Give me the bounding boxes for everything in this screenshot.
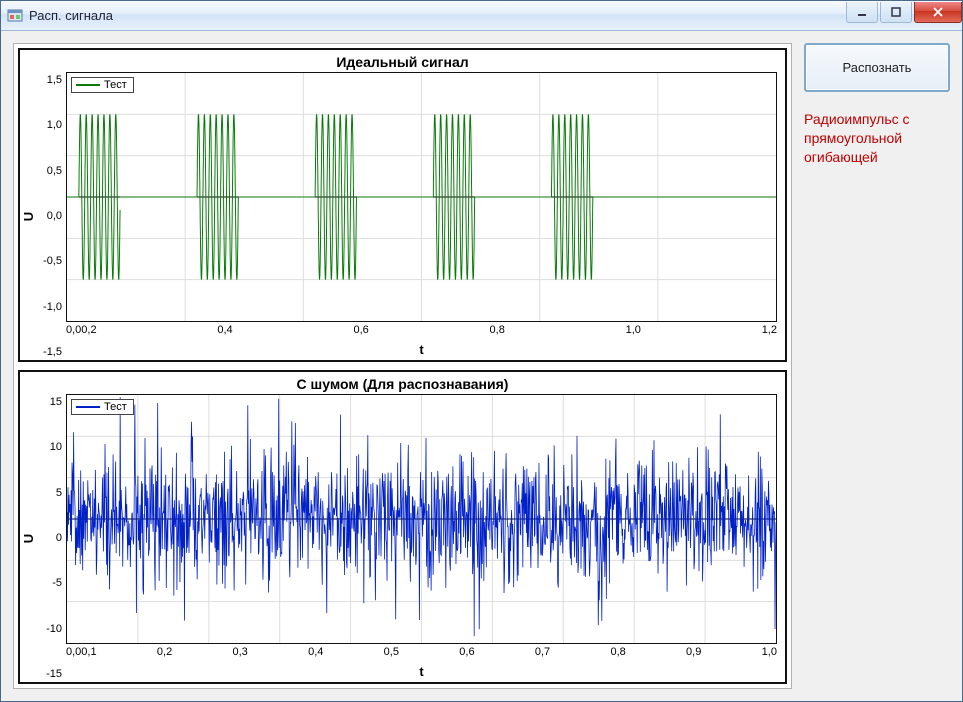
x-axis-ticks: 0,0 0,1 0,2 0,3 0,4 0,5 0,6 0,7 0,8 0,9 … bbox=[66, 644, 777, 664]
window-buttons bbox=[846, 2, 962, 22]
maximize-button[interactable] bbox=[880, 2, 912, 23]
plot-svg-ideal bbox=[67, 73, 776, 321]
charts-panel: Идеальный сигнал U 1,5 1,0 0,5 0,0 -0,5 … bbox=[13, 43, 792, 689]
side-panel: Распознать Радиоимпульс с прямоугольной … bbox=[804, 43, 950, 689]
minimize-button[interactable] bbox=[846, 2, 878, 23]
recognize-button[interactable]: Распознать bbox=[804, 43, 950, 92]
recognize-button-label: Распознать bbox=[843, 60, 912, 75]
chart-ideal-signal: Идеальный сигнал U 1,5 1,0 0,5 0,0 -0,5 … bbox=[18, 48, 787, 362]
y-axis-ticks: 1,5 1,0 0,5 0,0 -0,5 -1,0 -1,5 bbox=[38, 72, 66, 360]
app-icon bbox=[7, 8, 23, 24]
y-axis-ticks: 15 10 5 0 -5 -10 -15 bbox=[38, 394, 66, 682]
legend-label: Тест bbox=[104, 401, 127, 413]
legend-swatch bbox=[76, 406, 100, 408]
plot-area-ideal: Тест bbox=[66, 72, 777, 322]
chart-noisy-signal: С шумом (Для распознавания) U 15 10 5 0 … bbox=[18, 370, 787, 684]
x-axis-ticks: 0,0 0,2 0,4 0,6 0,8 1,0 1,2 bbox=[66, 322, 777, 342]
y-axis-label: U bbox=[20, 394, 38, 682]
client-area: Идеальный сигнал U 1,5 1,0 0,5 0,0 -0,5 … bbox=[1, 31, 962, 701]
chart-legend: Тест bbox=[71, 77, 134, 93]
titlebar[interactable]: Расп. сигнала bbox=[1, 1, 962, 31]
legend-swatch bbox=[76, 84, 100, 86]
close-button[interactable] bbox=[914, 2, 962, 23]
plot-area-noisy: Тест bbox=[66, 394, 777, 644]
chart-legend: Тест bbox=[71, 399, 134, 415]
chart-title: Идеальный сигнал bbox=[20, 50, 785, 72]
result-label: Радиоимпульс с прямоугольной огибающей bbox=[804, 110, 950, 167]
x-axis-label: t bbox=[66, 342, 777, 360]
y-axis-label: U bbox=[20, 72, 38, 360]
plot-svg-noisy bbox=[67, 395, 776, 643]
chart-title: С шумом (Для распознавания) bbox=[20, 372, 785, 394]
legend-label: Тест bbox=[104, 79, 127, 91]
app-window: Расп. сигнала Идеальный сигнал U 1,5 bbox=[0, 0, 963, 702]
window-title: Расп. сигнала bbox=[29, 8, 846, 23]
x-axis-label: t bbox=[66, 664, 777, 682]
